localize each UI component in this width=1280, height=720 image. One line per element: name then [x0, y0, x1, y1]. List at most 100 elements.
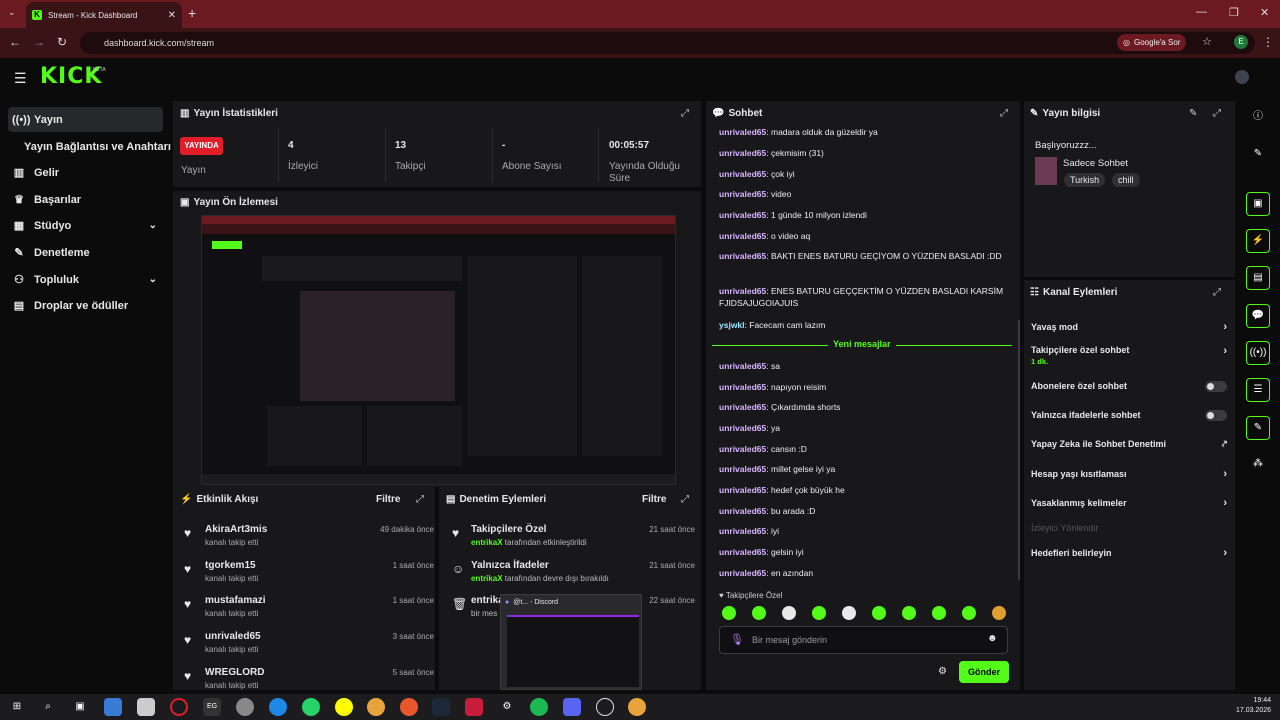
nodes-icon[interactable]: ⁂	[1246, 453, 1270, 477]
forward-icon[interactable]: →	[33, 35, 45, 49]
snapchat-icon[interactable]	[335, 698, 353, 716]
opera-icon[interactable]	[170, 698, 188, 716]
app-icon[interactable]	[465, 698, 483, 716]
steam-icon[interactable]	[432, 698, 450, 716]
chat-message-input[interactable]: Bir mesaj gönderin	[719, 626, 1008, 654]
chat-message: unrivaled65: cansın :D	[719, 444, 807, 454]
activity-user[interactable]: AkiraArt3mis	[205, 524, 267, 535]
address-bar[interactable]: dashboard.kick.com/stream	[80, 32, 1255, 54]
app-icon[interactable]	[236, 698, 254, 716]
chat-settings-gear-icon[interactable]: ⚙	[938, 666, 947, 677]
layout-rail-icon[interactable]: ☰	[1246, 378, 1270, 402]
chrome-icon[interactable]	[628, 698, 646, 716]
back-icon[interactable]: ←	[9, 35, 21, 49]
emote-icon[interactable]	[782, 606, 796, 620]
app-icon[interactable]	[596, 698, 614, 716]
bolt-rail-icon[interactable]: ⚡	[1246, 229, 1270, 253]
close-tab-icon[interactable]: ✕	[168, 10, 176, 21]
followers-only-row[interactable]: Takipçilere özel sohbet 1 dk. ›	[1031, 345, 1227, 367]
emote-icon[interactable]	[932, 606, 946, 620]
spotify-icon[interactable]	[530, 698, 548, 716]
bookmark-star-icon[interactable]: ☆	[1202, 35, 1212, 48]
expand-icon[interactable]: ⤢	[1213, 287, 1221, 298]
store-icon[interactable]	[137, 698, 155, 716]
sidebar-item-stream-key[interactable]: Yayın Bağlantısı ve Anahtarı	[8, 134, 173, 159]
sidebar-item-moderation[interactable]: ✎ Denetleme	[8, 240, 163, 265]
edge-icon[interactable]	[269, 698, 287, 716]
subscribers-only-toggle[interactable]	[1205, 380, 1227, 392]
expand-icon[interactable]: ⤢	[1000, 108, 1008, 119]
settings-icon[interactable]: ⚙	[498, 698, 516, 716]
emoji-picker-icon[interactable]: ☻	[987, 633, 998, 644]
broadcast-rail-icon[interactable]: ((•))	[1246, 341, 1270, 365]
emote-icon[interactable]	[812, 606, 826, 620]
activity-filter-button[interactable]: Filtre	[376, 494, 400, 505]
discord-icon[interactable]	[563, 698, 581, 716]
emote-icon[interactable]	[962, 606, 976, 620]
mod-actions-title: ▤ Denetim Eylemleri	[446, 494, 547, 505]
activity-user[interactable]: unrivaled65	[205, 631, 261, 642]
google-ask-button[interactable]: ◎ Google'a Sor	[1117, 34, 1187, 51]
activity-user[interactable]: mustafamazi	[205, 595, 266, 606]
chat-rail-icon[interactable]: 💬	[1246, 304, 1270, 328]
user-avatar[interactable]	[1235, 70, 1249, 84]
emote-icon[interactable]	[872, 606, 886, 620]
chrome-icon[interactable]	[367, 698, 385, 716]
minimize-icon[interactable]: —	[1196, 6, 1207, 18]
edit-icon[interactable]: ✎	[1246, 143, 1270, 167]
activity-user[interactable]: tgorkem15	[205, 560, 256, 571]
mod-filter-button[interactable]: Filtre	[642, 494, 666, 505]
new-tab-icon[interactable]: +	[188, 5, 196, 21]
sidebar-item-stream[interactable]: ((•)) Yayın	[8, 107, 163, 132]
emote-icon[interactable]	[902, 606, 916, 620]
search-icon[interactable]: ⌕	[39, 698, 57, 716]
banned-words-row[interactable]: Yasaklanmış kelimeler ›	[1031, 496, 1227, 510]
chat-scrollbar[interactable]	[1018, 320, 1020, 580]
maximize-icon[interactable]: ❐	[1229, 6, 1239, 19]
sidebar-item-drops[interactable]: ▤ Droplar ve ödüller	[8, 293, 163, 318]
set-goals-row[interactable]: Hedefleri belirleyin ›	[1031, 546, 1227, 560]
sidebar-item-achievements[interactable]: ♛ Başarılar	[8, 187, 163, 212]
sidebar-item-studio[interactable]: ▦ Stüdyo ⌄	[8, 213, 163, 238]
expand-icon[interactable]: ⤢	[681, 494, 689, 505]
window-close-icon[interactable]: ✕	[1260, 6, 1269, 19]
microphone-icon[interactable]: 🎙	[730, 633, 744, 646]
stream-preview-video[interactable]	[201, 215, 676, 485]
sidebar-item-community[interactable]: ⚇ Topluluk ⌄	[8, 267, 163, 292]
expand-icon[interactable]: ⤢	[1213, 108, 1221, 119]
expand-icon[interactable]: ⤢	[681, 108, 689, 119]
sidebar-item-revenue[interactable]: ▥ Gelir	[8, 160, 163, 185]
whatsapp-icon[interactable]	[302, 698, 320, 716]
emote-icon[interactable]	[752, 606, 766, 620]
camera-rail-icon[interactable]: ▣	[1246, 192, 1270, 216]
discord-taskbar-preview[interactable]: ● @t... - Discord	[500, 594, 642, 690]
wrench-rail-icon[interactable]: ✎	[1246, 416, 1270, 440]
activity-user[interactable]: WREGLORD	[205, 667, 264, 678]
app-icon[interactable]	[400, 698, 418, 716]
copilot-icon[interactable]	[104, 698, 122, 716]
category-name[interactable]: Sadece Sohbet	[1063, 158, 1128, 169]
slow-mode-row[interactable]: Yavaş mod ›	[1031, 320, 1227, 334]
tab-search-icon[interactable]: ⌄	[8, 7, 16, 18]
emotes-only-toggle[interactable]	[1205, 409, 1227, 421]
emote-icon[interactable]	[842, 606, 856, 620]
edit-pencil-icon[interactable]: ✎	[1189, 108, 1197, 119]
account-age-row[interactable]: Hesap yaşı kısıtlaması ›	[1031, 467, 1227, 481]
ai-moderation-row[interactable]: Yapay Zeka ile Sohbet Denetimi ⤤	[1031, 437, 1227, 451]
info-icon[interactable]: ⓘ	[1246, 106, 1270, 130]
task-view-icon[interactable]: ▣	[71, 698, 89, 716]
expand-icon[interactable]: ⤢	[416, 494, 424, 505]
browser-tab[interactable]: K Stream - Kick Dashboard ✕	[26, 2, 182, 28]
hamburger-menu-icon[interactable]: ☰	[14, 70, 27, 87]
windows-start-icon[interactable]: ⊞	[8, 698, 26, 716]
profile-avatar[interactable]: E	[1234, 35, 1248, 49]
heart-icon: ♥	[184, 669, 192, 683]
document-rail-icon[interactable]: ▤	[1246, 266, 1270, 290]
epic-games-icon[interactable]: EG	[203, 698, 221, 716]
send-button[interactable]: Gönder	[959, 661, 1009, 683]
browser-menu-icon[interactable]: ⋮	[1262, 35, 1274, 49]
reload-icon[interactable]: ↻	[57, 35, 67, 49]
emote-icon[interactable]	[722, 606, 736, 620]
taskbar-clock[interactable]: 19:44 17.03.2026	[1236, 696, 1271, 716]
emote-icon[interactable]	[992, 606, 1006, 620]
